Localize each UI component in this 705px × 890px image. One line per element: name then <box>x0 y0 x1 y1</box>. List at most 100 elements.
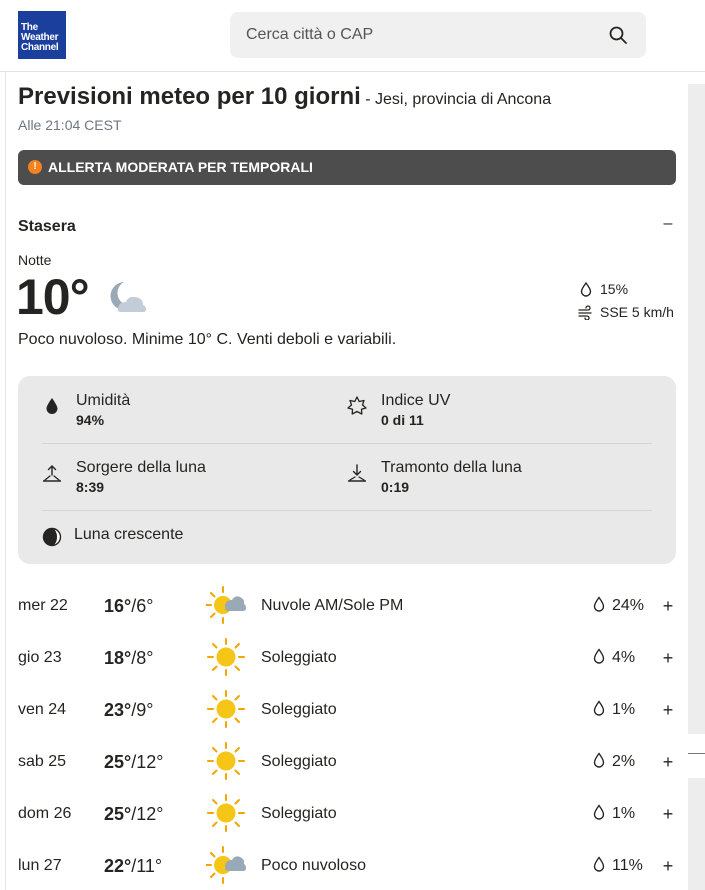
content-left-border <box>5 72 6 890</box>
sun-icon <box>206 741 246 781</box>
sun-cloud-icon <box>205 585 246 625</box>
site-header: The Weather Channel <box>0 0 705 72</box>
day-precip-chance: 4% <box>592 646 635 670</box>
moonrise-label: Sorgere della luna <box>76 459 206 476</box>
day-condition: Soleggiato <box>261 649 337 666</box>
day-date: mer 22 <box>18 597 68 614</box>
wind-icon <box>578 305 592 320</box>
search-input[interactable] <box>230 12 646 58</box>
expand-day-button[interactable]: + <box>660 854 676 878</box>
day-high-temp: 25° <box>104 752 132 772</box>
day-condition: Poco nuvoloso <box>261 857 366 874</box>
day-period-label: Notte <box>18 252 52 268</box>
day-condition: Soleggiato <box>261 701 337 718</box>
sun-icon <box>206 689 246 729</box>
day-low-temp: /12° <box>131 804 164 824</box>
wind-value: SSE 5 km/h <box>600 304 674 320</box>
details-divider <box>42 510 652 511</box>
expand-day-button[interactable]: + <box>660 594 676 618</box>
exclamation-icon: ! <box>28 160 42 174</box>
daily-forecast-row[interactable]: sab 25 25°/12° Soleggiato 2% + <box>18 742 676 802</box>
sun-cloud-icon <box>205 845 246 885</box>
raindrop-icon <box>593 648 605 664</box>
current-temperature: 10° <box>16 269 90 325</box>
precip-chance: 15% <box>578 281 628 297</box>
day-precip-chance: 2% <box>592 750 635 774</box>
day-precip-chance: 1% <box>592 802 635 826</box>
day-temperatures: 25°/12° <box>104 802 163 826</box>
moon-phase-label: Luna crescente <box>74 526 184 543</box>
page-title-main: Previsioni meteo per 10 giorni <box>18 83 361 110</box>
day-high-temp: 22° <box>104 856 132 876</box>
day-precip-chance: 11% <box>592 854 643 878</box>
uv-sun-icon <box>347 396 367 415</box>
sun-icon <box>206 793 246 833</box>
moonset-icon <box>348 464 366 482</box>
expand-day-button[interactable]: + <box>660 698 676 722</box>
page-title: Previsioni meteo per 10 giorni - Jesi, p… <box>18 83 678 111</box>
raindrop-icon <box>593 804 605 820</box>
wind-info: SSE 5 km/h <box>578 304 674 320</box>
uv-value: 0 di 11 <box>381 412 424 428</box>
humidity-icon <box>46 398 58 414</box>
day-temperatures: 25°/12° <box>104 750 163 774</box>
daily-forecast-row[interactable]: dom 26 25°/12° Soleggiato 1% + <box>18 794 676 854</box>
moonset-label: Tramonto della luna <box>381 459 522 476</box>
expand-day-button[interactable]: + <box>660 750 676 774</box>
raindrop-icon <box>593 596 605 612</box>
day-temperatures: 23°/9° <box>104 698 153 722</box>
sun-icon <box>206 637 246 677</box>
moonrise-value: 8:39 <box>76 479 105 495</box>
precip-chance-value: 15% <box>600 281 629 297</box>
day-precip-value: 4% <box>612 649 636 666</box>
forecast-narrative: Poco nuvoloso. Minime 10° C. Venti debol… <box>18 331 397 348</box>
daily-forecast-row[interactable]: gio 23 18°/8° Soleggiato 4% + <box>18 638 676 698</box>
day-date: lun 27 <box>18 857 62 874</box>
day-condition: Soleggiato <box>261 805 337 822</box>
search-icon[interactable] <box>608 25 628 45</box>
day-condition: Nuvole AM/Sole PM <box>261 597 404 614</box>
day-low-temp: /6° <box>131 596 154 616</box>
day-date: gio 23 <box>18 649 62 666</box>
day-temperatures: 16°/6° <box>104 594 153 618</box>
raindrop-icon <box>593 700 605 716</box>
day-high-temp: 23° <box>104 700 132 720</box>
expand-day-button[interactable]: + <box>660 646 676 670</box>
day-high-temp: 25° <box>104 804 132 824</box>
day-date: ven 24 <box>18 701 67 718</box>
day-date: sab 25 <box>18 753 67 770</box>
scrollbar-track[interactable] <box>688 84 705 734</box>
day-low-temp: /8° <box>131 648 154 668</box>
day-date: dom 26 <box>18 805 72 822</box>
weather-channel-logo[interactable]: The Weather Channel <box>18 11 66 59</box>
day-temperatures: 18°/8° <box>104 646 153 670</box>
daily-forecast-row[interactable]: ven 24 23°/9° Soleggiato 1% + <box>18 690 676 750</box>
moonrise-icon <box>43 465 61 482</box>
moonset-value: 0:19 <box>381 479 410 495</box>
alert-text: ALLERTA MODERATA PER TEMPORALI <box>48 159 313 175</box>
scrollbar-divider <box>688 753 705 754</box>
day-precip-chance: 1% <box>592 698 635 722</box>
day-high-temp: 18° <box>104 648 132 668</box>
details-card: Umidità 94% Indice UV 0 di 11 Sorgere de… <box>18 376 676 564</box>
daily-forecast-row[interactable]: lun 27 22°/11° Poco nuvoloso 11% + <box>18 846 676 890</box>
daily-forecast-row[interactable]: mer 22 16°/6° Nuvole AM/Sole PM 24% + <box>18 586 676 646</box>
humidity-value: 94% <box>76 412 105 428</box>
weather-alert-banner[interactable]: ! ALLERTA MODERATA PER TEMPORALI <box>18 150 676 185</box>
moon-phase-icon <box>42 527 62 547</box>
expand-day-button[interactable]: + <box>660 802 676 826</box>
day-precip-value: 1% <box>612 805 636 822</box>
day-precip-value: 11% <box>612 857 643 874</box>
day-precip-value: 1% <box>612 701 636 718</box>
logo-line-3: Channel <box>21 42 59 53</box>
raindrop-icon <box>580 281 592 297</box>
raindrop-icon <box>593 752 605 768</box>
day-low-temp: /12° <box>131 752 164 772</box>
day-low-temp: /9° <box>131 700 154 720</box>
day-low-temp: /11° <box>131 856 163 876</box>
day-precip-value: 2% <box>612 753 636 770</box>
humidity-label: Umidità <box>76 392 131 409</box>
scrollbar-track-lower[interactable] <box>688 778 705 890</box>
moon-cloud-icon <box>110 282 146 312</box>
collapse-button[interactable]: – <box>660 215 676 235</box>
